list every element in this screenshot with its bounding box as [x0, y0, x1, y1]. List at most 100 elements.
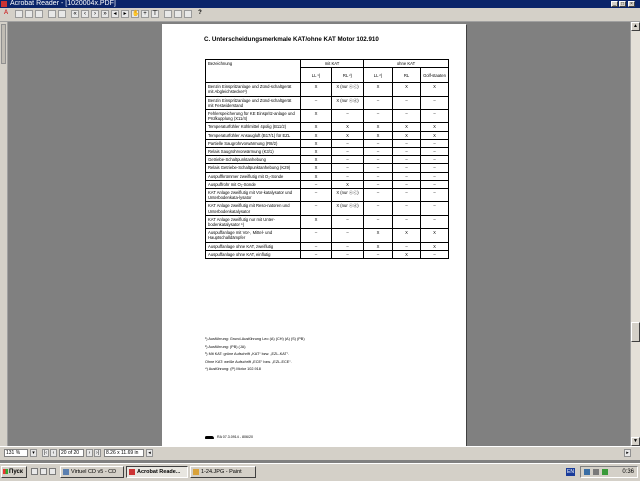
row-label: Auspuffkrümmer zweiflutig mit O₂-Sonde [205, 171, 301, 181]
previous-page-icon[interactable]: ‹ [81, 10, 89, 18]
acrobat-menu-icon[interactable]: A [2, 10, 10, 18]
fit-page-icon[interactable] [174, 10, 182, 18]
table-cell: – [363, 214, 393, 230]
show-desktop-icon[interactable] [31, 468, 38, 475]
go-back-icon[interactable]: ◂ [111, 10, 119, 18]
table-cell: – [300, 179, 332, 190]
task-acrobat[interactable]: Acrobat Reade... [126, 466, 188, 478]
table-row: Relais Saugrohrvorwärmung (K3/1) X – – – – [205, 147, 450, 157]
table-cell: – [331, 241, 364, 251]
table-cell: X (nur ⓔⓒ) [331, 82, 364, 97]
table-cell: – [392, 155, 421, 165]
table-cell: – [300, 188, 332, 203]
browser-icon[interactable] [40, 468, 47, 475]
zoom-in-icon[interactable]: + [141, 10, 149, 18]
help-icon[interactable]: ? [196, 10, 204, 18]
table-cell: – [363, 201, 393, 216]
clock[interactable]: 0:36 [622, 468, 634, 477]
table-cell: – [331, 171, 364, 181]
next-page-icon[interactable]: › [91, 10, 99, 18]
row-label: KAT Anlage zweiflutig mit Vor-katalysato… [205, 188, 301, 203]
table-cell: – [331, 249, 364, 260]
table-cell: X [419, 122, 450, 132]
table-cell: – [300, 241, 332, 251]
table-cell: – [300, 249, 332, 260]
language-indicator[interactable]: EN [566, 468, 575, 476]
media-icon[interactable] [49, 468, 56, 475]
save-icon[interactable] [35, 10, 43, 18]
antivirus-icon[interactable] [602, 469, 608, 475]
navigation-pane-edge[interactable] [0, 22, 8, 446]
text-select-icon[interactable]: T [151, 10, 159, 18]
hscroll-right-icon[interactable]: ▸ [624, 449, 631, 457]
table-cell: X [363, 130, 393, 140]
row-label: Getriebe-Schaltpunktanhebung [205, 155, 301, 165]
table-cell: X [331, 130, 364, 140]
fit-width-icon[interactable] [184, 10, 192, 18]
table-cell: X [419, 130, 450, 140]
print-icon[interactable] [25, 10, 33, 18]
title-bar[interactable]: Acrobat Reader - [1020004x.PDF] _ □ × [0, 0, 640, 8]
minimize-button[interactable]: _ [611, 1, 618, 7]
show-thumbnails-icon[interactable] [58, 10, 66, 18]
table-cell: – [363, 163, 393, 173]
volume-icon[interactable] [593, 469, 599, 475]
system-tray: 0:36 [580, 466, 638, 478]
network-icon[interactable] [584, 469, 590, 475]
last-page-button[interactable]: ›| [94, 449, 101, 457]
bookmarks-tab[interactable] [1, 24, 6, 64]
scroll-down-icon[interactable]: ▼ [631, 437, 640, 446]
footnote: Ohne KAT: weiße Aufschrift „ECE“ bzw. „E… [205, 359, 292, 364]
scroll-up-icon[interactable]: ▲ [631, 22, 640, 31]
hscroll-left-icon[interactable]: ◂ [146, 449, 153, 457]
table-cell: – [331, 138, 364, 149]
acrobat-app-icon[interactable] [1, 1, 7, 7]
go-forward-icon[interactable]: ▸ [121, 10, 129, 18]
hand-tool-icon[interactable]: ✋ [131, 10, 139, 18]
header-mit-kat: mit KAT [300, 58, 364, 69]
table-cell: X [300, 130, 332, 140]
vertical-scrollbar[interactable]: ▲ ▼ [630, 22, 640, 446]
table-cell: X [392, 82, 421, 97]
subheader: Golf-staaten [419, 67, 450, 84]
zoom-field[interactable]: 131 % [4, 449, 28, 457]
actual-size-icon[interactable] [164, 10, 172, 18]
maximize-button[interactable]: □ [619, 1, 626, 7]
table-row: Relais Getriebe-Schaltpunktanhebung (K29… [205, 163, 450, 173]
row-label: Temperaturfühler Ansaugluft (B17/1) für … [205, 130, 301, 140]
start-button[interactable]: Пуск [1, 466, 27, 478]
first-page-icon[interactable]: « [71, 10, 79, 18]
table-cell: X [300, 109, 332, 124]
show-bookmarks-icon[interactable] [48, 10, 56, 18]
table-cell: – [392, 214, 421, 230]
toolbar: A « ‹ › » ◂ ▸ ✋ + T ? [0, 8, 640, 22]
open-icon[interactable] [15, 10, 23, 18]
task-virtual-cd[interactable]: Virtuel CD v5 - CD [60, 466, 124, 478]
row-label: Auspuffanlage ohne KAT, zweiflutig [205, 241, 301, 251]
table-cell: X (nur ⓔⓓ) [331, 201, 364, 216]
scroll-thumb[interactable] [631, 322, 640, 342]
task-paint[interactable]: 1-24.JPG - Paint [190, 466, 256, 478]
table-row: Benzin Einspritzanlage und Zünd-schaltge… [205, 82, 450, 97]
close-button[interactable]: × [628, 1, 635, 7]
table-cell: – [419, 138, 450, 149]
table-cell: X [331, 179, 364, 190]
table-row: Auspuffanlage ohne KAT, einflutig – – – X – [205, 249, 450, 260]
last-page-icon[interactable]: » [101, 10, 109, 18]
table-cell: X [363, 122, 393, 132]
table-cell: – [419, 249, 450, 260]
table-cell: X [392, 130, 421, 140]
previous-page-button[interactable]: ‹ [50, 449, 57, 457]
header-bezeichnung: Bezeichnung [205, 58, 301, 84]
zoom-menu-icon[interactable]: ▾ [30, 449, 37, 457]
table-cell: – [300, 228, 332, 243]
subheader: RL ²) [331, 67, 364, 84]
table-row: Temperaturfühler Ansaugluft (B17/1) für … [205, 130, 450, 140]
table-cell: – [363, 138, 393, 149]
table-cell: – [300, 95, 332, 111]
page-number-field[interactable]: 20 of 20 [59, 449, 84, 457]
table-cell: – [392, 163, 421, 173]
task-label: Virtuel CD v5 - CD [71, 469, 117, 475]
first-page-button[interactable]: |‹ [42, 449, 49, 457]
next-page-button[interactable]: › [86, 449, 93, 457]
